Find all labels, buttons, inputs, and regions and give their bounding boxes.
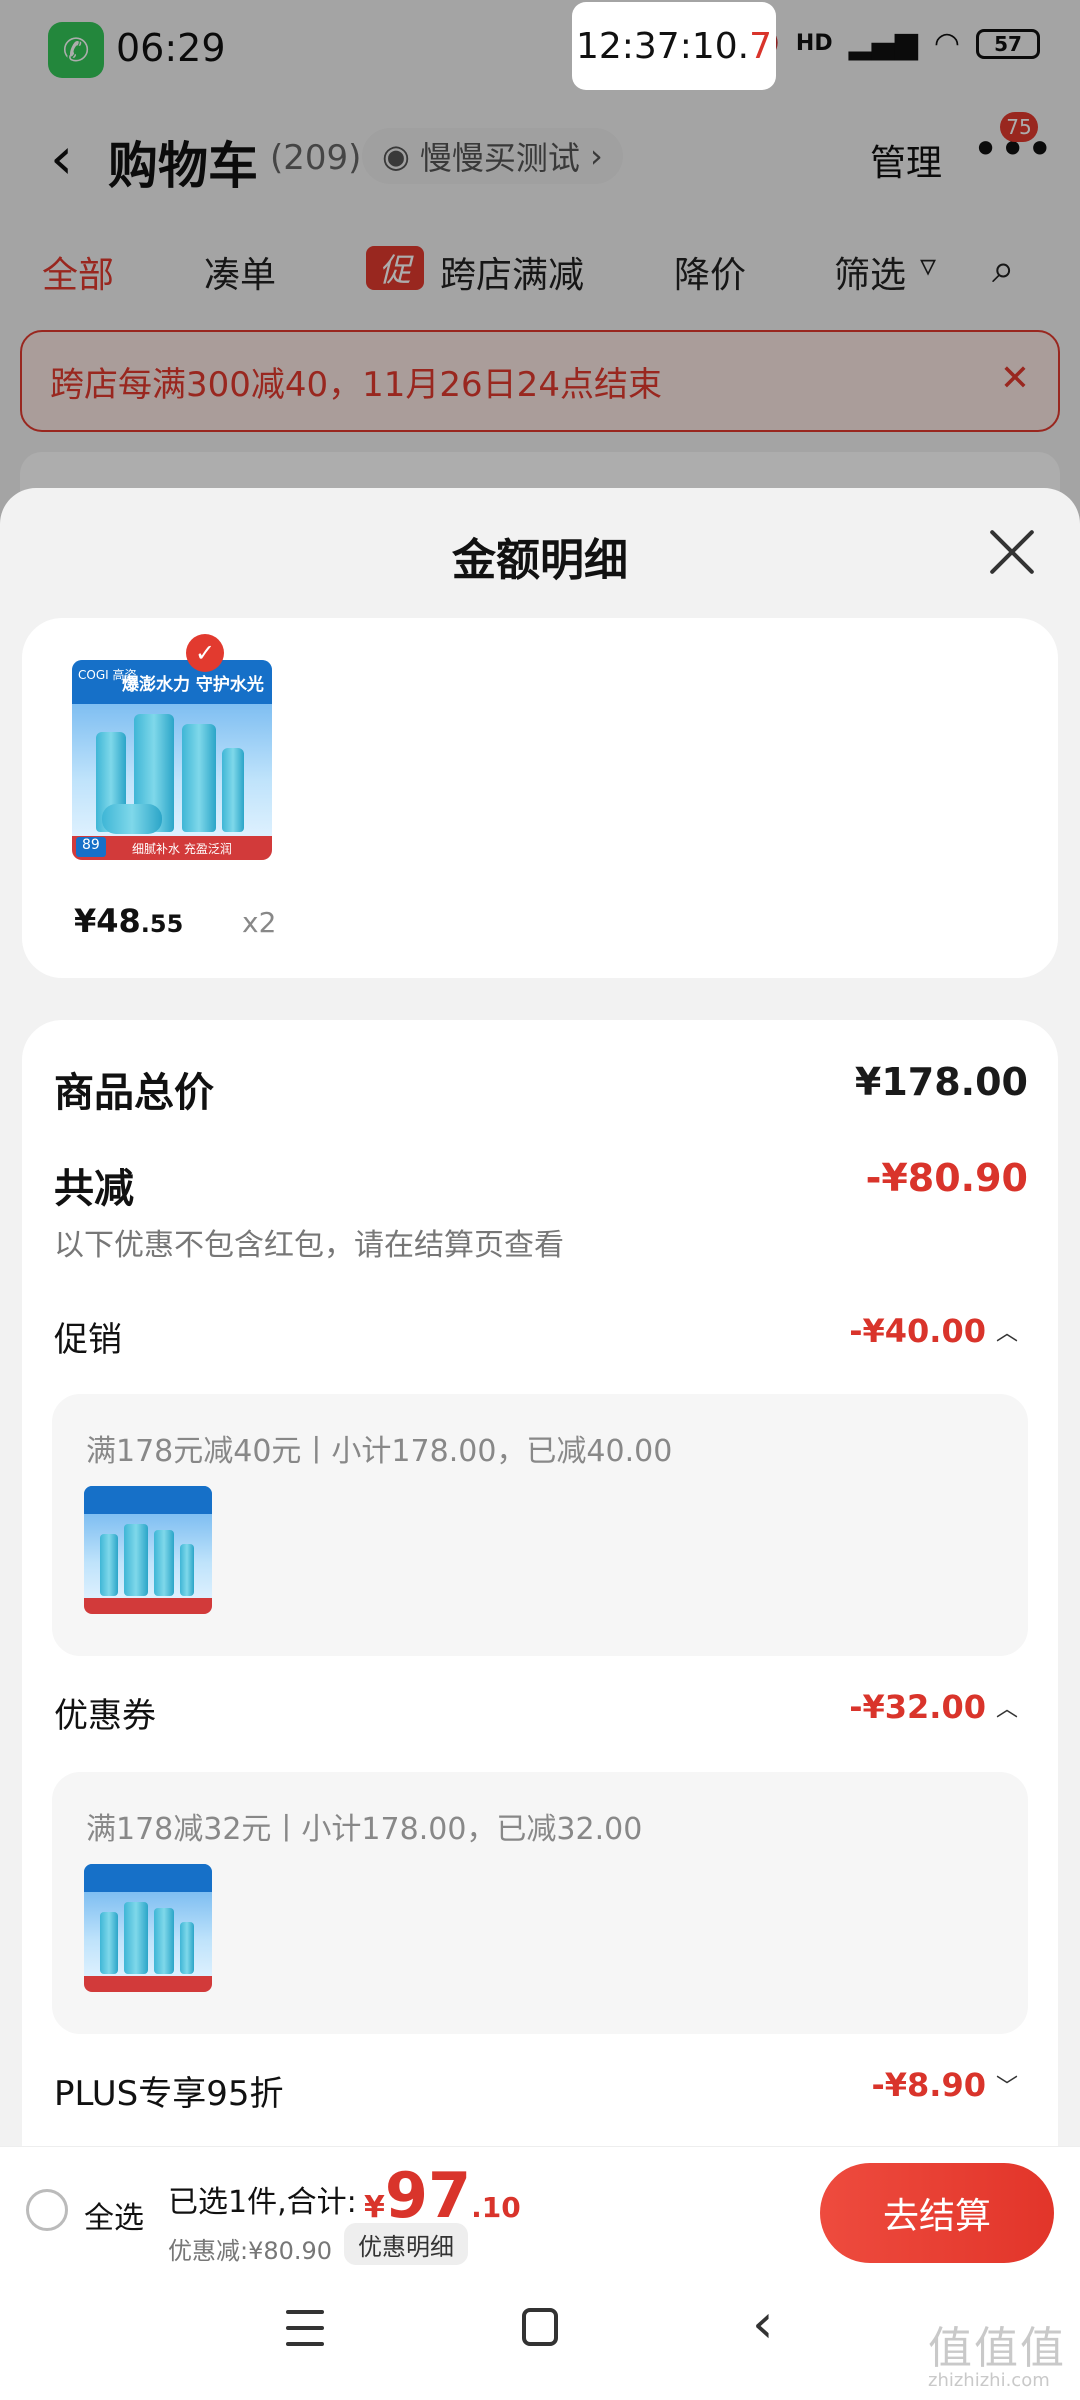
total-decimal: .10 <box>471 2191 521 2224</box>
chevron-up-icon: ︿ <box>995 1321 1018 1346</box>
thumbnail-banner <box>84 1486 212 1514</box>
system-nav-bar: ‹ 值值值 zhizhizhi.com <box>0 2274 1080 2400</box>
selected-summary: 已选1件,合计: <box>168 2185 357 2220</box>
unit-price-decimal: .55 <box>140 910 184 938</box>
close-icon[interactable] <box>988 528 1036 576</box>
promotion-value: -¥40.00 <box>849 1312 986 1350</box>
check-icon: ✓ <box>186 634 224 672</box>
thumbnail-brand: COGI 高姿 <box>78 668 137 682</box>
total-currency: ¥ <box>364 2190 385 2225</box>
chevron-up-icon: ︿ <box>995 1697 1018 1722</box>
coupon-value: -¥32.00 <box>849 1688 986 1726</box>
bottle-shape <box>182 724 216 832</box>
promotion-toggle[interactable]: -¥40.00 ︿ <box>849 1312 1018 1350</box>
home-icon[interactable] <box>522 2308 558 2346</box>
clock-overlay: 12:37:10. 7 <box>572 2 776 90</box>
cream-jar-shape <box>102 804 162 834</box>
total-value: ¥178.00 <box>854 1060 1028 1104</box>
coupon-detail-text: 满178减32元丨小计178.00，已减32.00 <box>86 1812 643 1847</box>
quantity: x2 <box>242 906 277 939</box>
bottle-shape <box>100 1534 118 1596</box>
reduction-label: 共减 <box>54 1166 134 1212</box>
bottle-shape <box>100 1912 118 1974</box>
bottle-shape <box>154 1908 174 1974</box>
recent-apps-icon[interactable] <box>286 2310 324 2346</box>
watermark-logo: 值值值 <box>928 2323 1066 2374</box>
bottle-shape <box>222 748 244 832</box>
chevron-down-icon: ﹀ <box>995 2075 1018 2100</box>
plus-discount-value: -¥8.90 <box>871 2066 986 2104</box>
discount-summary: 优惠减:¥80.90 <box>168 2237 333 2265</box>
promotion-detail-box: 满178元减40元丨小计178.00，已减40.00 <box>52 1394 1028 1656</box>
amount-detail-sheet: 金额明细 爆澎水力 守护水光 COGI 高姿 细腻补水 充盈泛润 89 ✓ ¥4… <box>0 488 1080 2274</box>
price-breakdown-card: 商品总价 ¥178.00 共减 -¥80.90 以下优惠不包含红包，请在结算页查… <box>22 1020 1058 2274</box>
plus-discount-toggle[interactable]: -¥8.90 ﹀ <box>871 2066 1018 2104</box>
plus-discount-label: PLUS专享95折 <box>54 2074 284 2114</box>
unit-price: ¥48.55 <box>74 902 183 940</box>
reduction-note: 以下优惠不包含红包，请在结算页查看 <box>54 1228 564 1263</box>
bottle-shape <box>124 1524 148 1596</box>
bottle-shape <box>124 1902 148 1974</box>
reduction-value: -¥80.90 <box>865 1156 1028 1200</box>
discount-detail-button[interactable]: 优惠明细 <box>344 2223 468 2265</box>
bottle-shape <box>180 1922 194 1974</box>
watermark-url: zhizhizhi.com <box>928 2370 1050 2391</box>
clock-overlay-main: 12:37:10. <box>575 25 750 67</box>
sheet-title: 金额明细 <box>452 535 628 586</box>
promotion-detail-text: 满178元减40元丨小计178.00，已减40.00 <box>86 1434 673 1469</box>
select-all-radio[interactable] <box>26 2189 68 2231</box>
thumbnail-footer <box>84 1976 212 1992</box>
product-thumbnail-small <box>84 1486 212 1614</box>
product-thumbnail[interactable]: 爆澎水力 守护水光 COGI 高姿 细腻补水 充盈泛润 89 <box>72 660 272 860</box>
coupon-toggle[interactable]: -¥32.00 ︿ <box>849 1688 1018 1726</box>
select-all-label[interactable]: 全选 <box>84 2193 144 2237</box>
thumbnail-banner <box>84 1864 212 1892</box>
total-label: 商品总价 <box>54 1070 214 1116</box>
coupon-label: 优惠券 <box>54 1696 156 1736</box>
product-thumbnail-small <box>84 1864 212 1992</box>
promotion-label: 促销 <box>54 1320 122 1360</box>
checkout-bar: 全选 已选1件,合计: ¥97.10 优惠减:¥80.90 优惠明细 去结算 <box>0 2146 1080 2274</box>
clock-overlay-tenth: 7 <box>749 25 773 67</box>
checkout-total: ¥97.10 <box>364 2159 521 2232</box>
thumbnail-footer <box>84 1598 212 1614</box>
bottle-shape <box>180 1544 194 1596</box>
bottle-shape <box>154 1530 174 1596</box>
coupon-detail-box: 满178减32元丨小计178.00，已减32.00 <box>52 1772 1028 2034</box>
checkout-button[interactable]: 去结算 <box>820 2163 1054 2263</box>
product-card: 爆澎水力 守护水光 COGI 高姿 细腻补水 充盈泛润 89 ✓ ¥48.55 … <box>22 618 1058 978</box>
thumbnail-price: 89 <box>76 837 106 857</box>
back-icon[interactable]: ‹ <box>752 2292 774 2355</box>
total-integer: 97 <box>384 2159 472 2232</box>
unit-price-main: ¥48 <box>74 902 141 940</box>
